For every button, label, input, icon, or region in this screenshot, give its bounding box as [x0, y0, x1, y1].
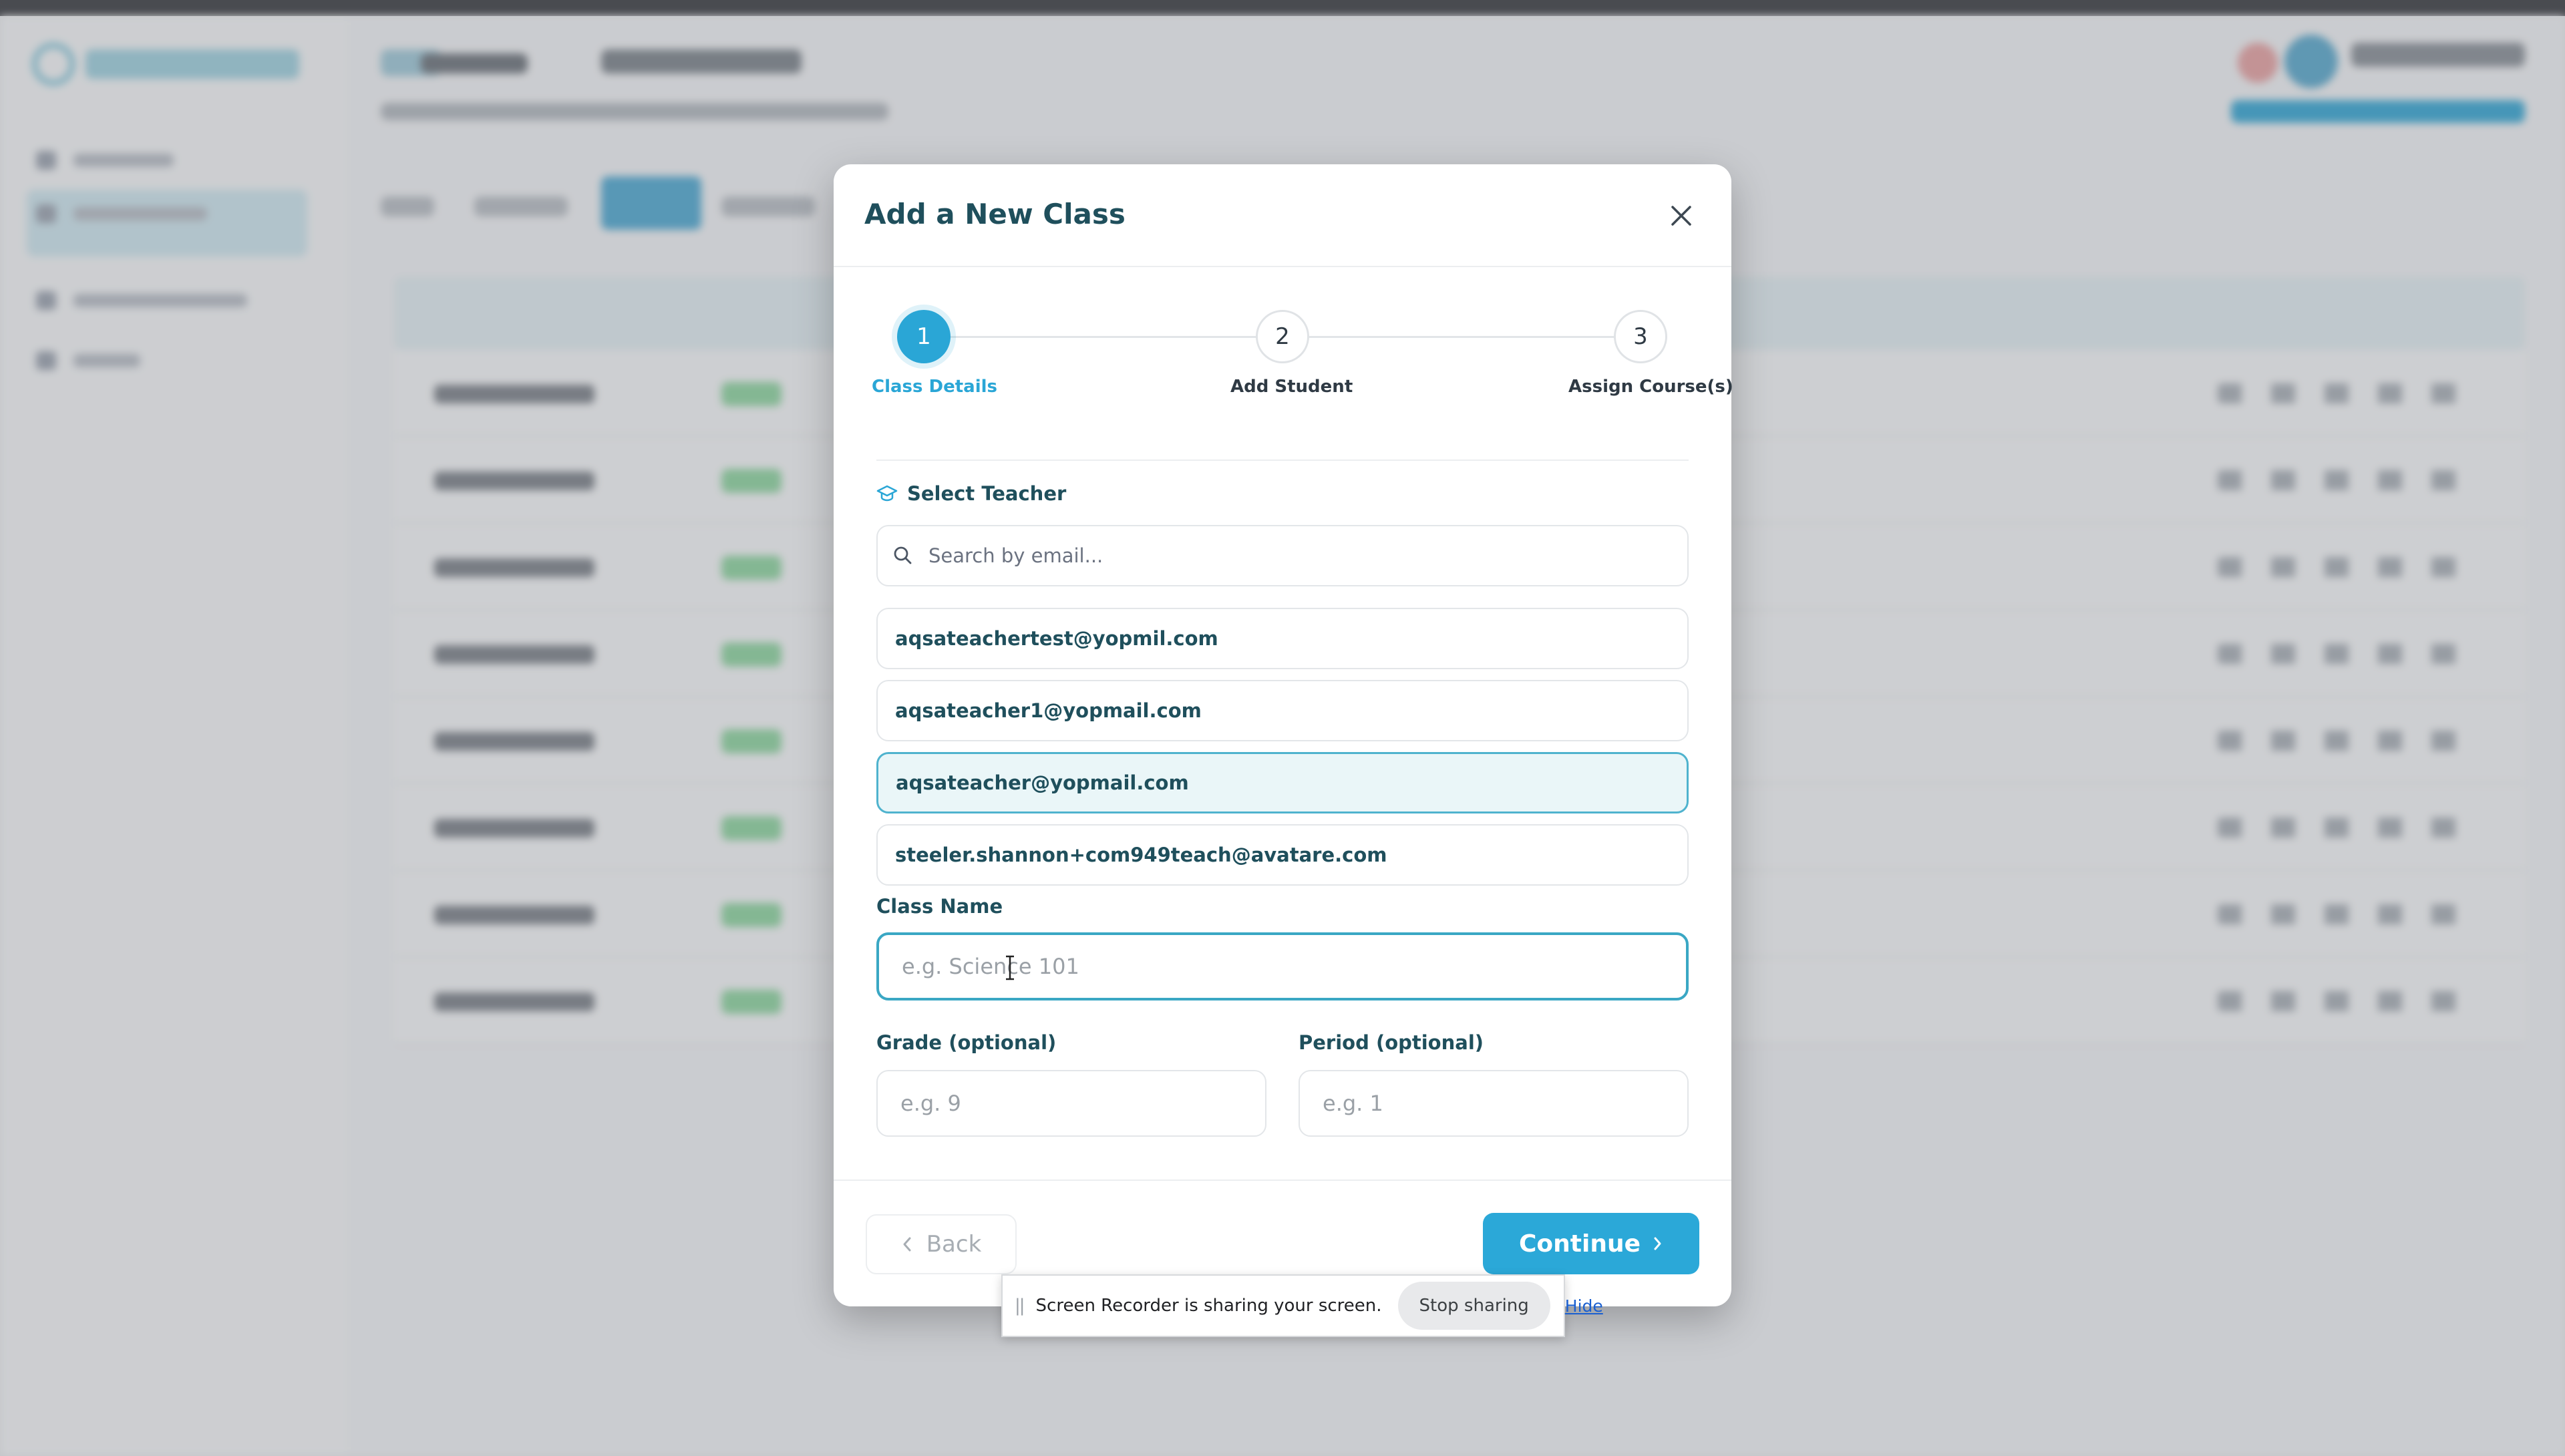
step-1-label: Class Details [872, 377, 998, 397]
teacher-option[interactable]: aqsateachertest@yopmil.com [876, 608, 1689, 669]
hide-sharing-bar-link[interactable]: Hide [1565, 1296, 1603, 1316]
stepper-connector [923, 336, 1276, 338]
teacher-option[interactable]: aqsateacher1@yopmail.com [876, 680, 1689, 741]
teacher-search-input[interactable] [927, 526, 1675, 585]
close-button[interactable] [1663, 198, 1699, 234]
step-2-indicator[interactable]: 2 [1256, 310, 1309, 363]
teacher-option[interactable]: steeler.shannon+com949teach@avatare.com [876, 824, 1689, 886]
close-icon [1671, 206, 1691, 226]
graduation-cap-icon [876, 485, 898, 502]
drag-handle-icon[interactable]: || [1015, 1296, 1025, 1316]
chevron-right-icon [1654, 1237, 1661, 1250]
teacher-option-selected[interactable]: aqsateacher@yopmail.com [876, 752, 1689, 813]
modal-header: Add a New Class [834, 164, 1731, 267]
period-input[interactable] [1299, 1070, 1689, 1137]
back-button-label: Back [926, 1231, 982, 1258]
text-cursor-icon [1006, 955, 1014, 980]
select-teacher-heading: Select Teacher [876, 482, 1066, 505]
back-button[interactable]: Back [866, 1214, 1017, 1274]
grade-label: Grade (optional) [876, 1031, 1057, 1054]
step-3-indicator[interactable]: 3 [1614, 310, 1667, 363]
step-3-label: Assign Course(s) [1568, 377, 1733, 397]
teacher-search-box[interactable] [876, 525, 1689, 586]
stepper-connector [1300, 336, 1647, 338]
step-1-indicator[interactable]: 1 [897, 310, 951, 363]
divider [834, 1179, 1731, 1181]
grade-input[interactable] [876, 1070, 1266, 1137]
modal-title: Add a New Class [864, 198, 1126, 230]
class-name-input[interactable] [876, 932, 1689, 1000]
screen-sharing-message: Screen Recorder is sharing your screen. [1035, 1296, 1382, 1316]
continue-button-label: Continue [1518, 1230, 1641, 1258]
select-teacher-label: Select Teacher [907, 482, 1067, 505]
add-class-modal: Add a New Class 1 Class Details 2 Add St… [834, 164, 1733, 1306]
screen-sharing-bar: || Screen Recorder is sharing your scree… [1001, 1274, 1603, 1337]
divider [876, 460, 1689, 461]
search-icon [894, 546, 912, 564]
continue-button[interactable]: Continue [1483, 1213, 1699, 1274]
chevron-left-icon [903, 1237, 911, 1252]
period-label: Period (optional) [1299, 1031, 1484, 1054]
step-2-label: Add Student [1230, 377, 1353, 397]
stop-sharing-button[interactable]: Stop sharing [1397, 1282, 1550, 1330]
class-name-label: Class Name [876, 895, 1003, 918]
